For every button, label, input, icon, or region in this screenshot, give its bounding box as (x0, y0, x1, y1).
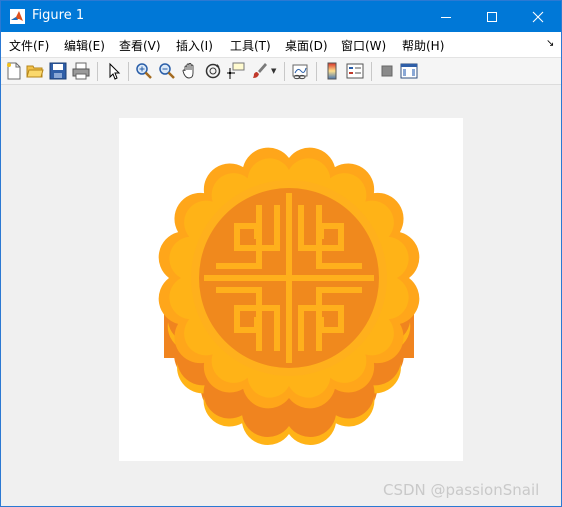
link-plot-icon[interactable] (291, 62, 309, 80)
save-icon[interactable] (49, 62, 67, 80)
new-figure-icon[interactable] (5, 62, 23, 80)
title-bar[interactable]: Figure 1 (1, 1, 561, 32)
zoom-out-icon[interactable] (158, 62, 176, 80)
pan-hand-icon[interactable] (181, 62, 199, 80)
brush-dropdown-arrow-icon[interactable]: ▼ (271, 67, 276, 75)
menu-desktop[interactable]: 桌面(D) (285, 37, 328, 54)
menu-file[interactable]: 文件(F) (9, 37, 49, 54)
brush-icon[interactable] (250, 62, 268, 80)
menu-insert[interactable]: 插入(I) (176, 37, 213, 54)
pointer-icon[interactable] (105, 62, 123, 80)
maximize-icon (487, 11, 497, 22)
open-file-icon[interactable] (26, 62, 44, 80)
image-axes[interactable] (119, 118, 463, 461)
menu-help[interactable]: 帮助(H) (402, 37, 444, 54)
minimize-icon (441, 16, 451, 18)
minimize-button[interactable] (423, 1, 469, 32)
close-button[interactable] (515, 1, 561, 32)
print-icon[interactable] (72, 62, 90, 80)
toolbar-separator (284, 62, 285, 81)
legend-icon[interactable] (346, 62, 364, 80)
menu-bar: 文件(F) 编辑(E) 查看(V) 插入(I) 工具(T) 桌面(D) 窗口(W… (1, 32, 561, 57)
rotate-3d-icon[interactable] (204, 62, 222, 80)
toolbar-separator (371, 62, 372, 81)
colorbar-icon[interactable] (323, 62, 341, 80)
menu-edit[interactable]: 编辑(E) (64, 37, 105, 54)
matlab-logo-icon (10, 9, 25, 24)
zoom-in-icon[interactable] (135, 62, 153, 80)
toolbar-separator (97, 62, 98, 81)
hide-plot-tools-icon[interactable] (378, 62, 396, 80)
window-title: Figure 1 (32, 8, 85, 23)
toolbar-separator (128, 62, 129, 81)
figure-window: Figure 1 文件(F) 编辑(E) 查看(V) 插入(I) 工具(T) 桌… (0, 0, 562, 507)
watermark: CSDN @passionSnail (383, 481, 540, 499)
close-icon (532, 11, 544, 22)
mooncake-icon (158, 147, 420, 446)
menu-window[interactable]: 窗口(W) (341, 37, 386, 54)
maximize-button[interactable] (469, 1, 515, 32)
menu-view[interactable]: 查看(V) (119, 37, 161, 54)
figure-canvas[interactable]: CSDN @passionSnail (1, 85, 561, 506)
menu-tools[interactable]: 工具(T) (230, 37, 271, 54)
show-plot-tools-icon[interactable] (400, 62, 418, 80)
toolbar-separator (316, 62, 317, 81)
data-cursor-icon[interactable] (227, 62, 245, 80)
figure-toolbar: ▼ (1, 57, 561, 85)
menu-overflow-arrow-icon[interactable]: ↘ (546, 38, 554, 49)
